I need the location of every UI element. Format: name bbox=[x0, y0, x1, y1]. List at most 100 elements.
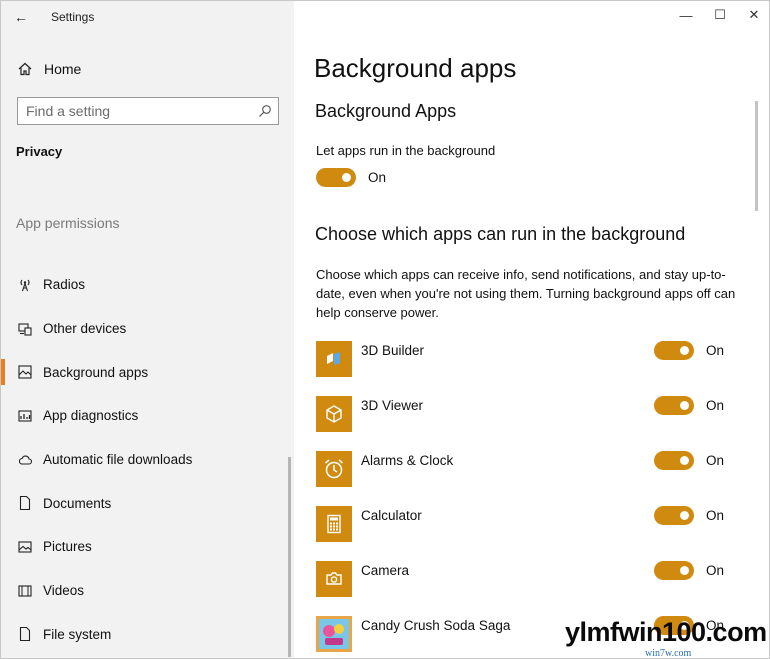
toggle-state-label: On bbox=[706, 453, 725, 468]
sidebar-item-label: Documents bbox=[43, 495, 112, 511]
sidebar-item-documents[interactable]: Documents bbox=[1, 481, 294, 525]
maximize-icon: ☐ bbox=[714, 7, 726, 22]
app-row-3d-viewer: 3D Viewer On bbox=[294, 394, 769, 434]
toggle-state-label: On bbox=[706, 343, 725, 358]
toggle-state-label: On bbox=[706, 398, 725, 413]
sidebar-item-videos[interactable]: Videos bbox=[1, 569, 294, 613]
search-input[interactable]: Find a setting bbox=[18, 103, 252, 119]
sidebar: ← Settings Home Find a setting Privacy A… bbox=[1, 1, 294, 658]
sidebar-item-label: Automatic file downloads bbox=[43, 452, 193, 468]
watermark-subtext: win7w.com bbox=[645, 648, 692, 659]
home-icon bbox=[15, 61, 35, 77]
nav-list: Radios Other devices Background apps App… bbox=[1, 263, 294, 656]
app-toggle-row: On bbox=[654, 396, 724, 415]
sidebar-item-label: Background apps bbox=[43, 364, 149, 380]
let-apps-label: Let apps run in the background bbox=[316, 143, 496, 158]
page-title: Background apps bbox=[314, 53, 517, 83]
app-toggle-row: On bbox=[654, 561, 724, 580]
section-label: App permissions bbox=[16, 215, 120, 231]
app-toggle[interactable] bbox=[654, 506, 694, 525]
app-toggle[interactable] bbox=[654, 451, 694, 470]
app-toggle-row: On bbox=[654, 341, 724, 360]
toggle-knob bbox=[680, 566, 689, 575]
sidebar-item-label: Videos bbox=[43, 583, 85, 599]
watermark-text: ylmfwin100.com bbox=[565, 617, 767, 647]
app-toggle[interactable] bbox=[654, 396, 694, 415]
app-row-camera: Camera On bbox=[294, 559, 769, 599]
3d-builder-icon bbox=[316, 341, 352, 377]
title-bar: ← Settings bbox=[1, 1, 294, 33]
window-title: Settings bbox=[51, 10, 95, 24]
app-name: Calculator bbox=[361, 508, 422, 523]
app-diagnostics-icon bbox=[15, 408, 35, 424]
minimize-icon: — bbox=[679, 7, 693, 23]
home-link[interactable]: Home bbox=[1, 55, 294, 83]
calculator-icon bbox=[316, 506, 352, 542]
toggle-knob bbox=[680, 401, 689, 410]
app-toggle[interactable] bbox=[654, 341, 694, 360]
sidebar-item-file-system[interactable]: File system bbox=[1, 613, 294, 657]
section-title: Background Apps bbox=[315, 101, 457, 121]
picture-icon bbox=[15, 539, 35, 555]
app-row-calculator: Calculator On bbox=[294, 504, 769, 544]
app-name: Alarms & Clock bbox=[361, 453, 454, 468]
sidebar-item-label: Radios bbox=[43, 277, 86, 293]
app-name: 3D Builder bbox=[361, 343, 425, 358]
home-label: Home bbox=[44, 61, 82, 77]
sidebar-item-label: App diagnostics bbox=[43, 408, 139, 424]
toggle-state-label: On bbox=[706, 508, 725, 523]
toggle-knob bbox=[680, 346, 689, 355]
choose-apps-description: Choose which apps can receive info, send… bbox=[316, 267, 736, 320]
let-apps-toggle[interactable] bbox=[316, 168, 356, 187]
camera-icon bbox=[316, 561, 352, 597]
app-toggle-row: On bbox=[654, 506, 724, 525]
file-icon bbox=[15, 626, 35, 642]
alarm-clock-icon bbox=[316, 451, 352, 487]
toggle-state-label: On bbox=[706, 563, 725, 578]
minimize-button[interactable]: — bbox=[669, 1, 703, 29]
other-devices-icon bbox=[15, 321, 35, 337]
video-icon bbox=[15, 583, 35, 599]
back-button[interactable]: ← bbox=[1, 1, 41, 33]
sidebar-item-background-apps[interactable]: Background apps bbox=[1, 350, 294, 394]
toggle-knob bbox=[680, 456, 689, 465]
sidebar-item-app-diagnostics[interactable]: App diagnostics bbox=[1, 394, 294, 438]
search-icon[interactable] bbox=[252, 104, 278, 118]
window-controls: — ☐ ✕ bbox=[669, 1, 769, 31]
watermark: ylmfwin100.com win7w.com bbox=[553, 615, 769, 659]
app-name: 3D Viewer bbox=[361, 398, 424, 413]
main-content: — ☐ ✕ Background apps Background Apps Le… bbox=[294, 1, 769, 658]
sidebar-item-label: File system bbox=[43, 626, 112, 642]
search-box[interactable]: Find a setting bbox=[17, 97, 279, 125]
category-heading: Privacy bbox=[16, 144, 63, 159]
app-name: Camera bbox=[361, 563, 410, 578]
choose-apps-title: Choose which apps can run in the backgro… bbox=[315, 224, 686, 244]
candy-crush-icon bbox=[316, 616, 352, 652]
app-row-3d-builder: 3D Builder On bbox=[294, 339, 769, 379]
radio-tower-icon bbox=[15, 277, 35, 293]
maximize-button[interactable]: ☐ bbox=[703, 1, 737, 29]
sidebar-item-radios[interactable]: Radios bbox=[1, 263, 294, 307]
settings-window: ← Settings Home Find a setting Privacy A… bbox=[0, 0, 770, 659]
app-row-alarms-clock: Alarms & Clock On bbox=[294, 449, 769, 489]
background-apps-icon bbox=[15, 364, 35, 380]
toggle-knob bbox=[680, 511, 689, 520]
sidebar-item-automatic-file-downloads[interactable]: Automatic file downloads bbox=[1, 438, 294, 482]
sidebar-item-label: Other devices bbox=[43, 321, 127, 337]
close-icon: ✕ bbox=[748, 7, 760, 22]
3d-viewer-icon bbox=[316, 396, 352, 432]
close-button[interactable]: ✕ bbox=[737, 1, 769, 29]
main-scrollbar[interactable] bbox=[755, 101, 758, 211]
let-apps-toggle-row: On bbox=[316, 168, 386, 187]
sidebar-item-label: Pictures bbox=[43, 539, 92, 555]
document-icon bbox=[15, 495, 35, 511]
toggle-knob bbox=[342, 173, 351, 182]
app-toggle-row: On bbox=[654, 451, 724, 470]
back-arrow-icon: ← bbox=[14, 9, 28, 25]
cloud-icon bbox=[15, 452, 35, 468]
app-name: Candy Crush Soda Saga bbox=[361, 618, 511, 633]
app-toggle[interactable] bbox=[654, 561, 694, 580]
sidebar-item-pictures[interactable]: Pictures bbox=[1, 525, 294, 569]
sidebar-scrollbar[interactable] bbox=[288, 457, 291, 657]
sidebar-item-other-devices[interactable]: Other devices bbox=[1, 307, 294, 351]
